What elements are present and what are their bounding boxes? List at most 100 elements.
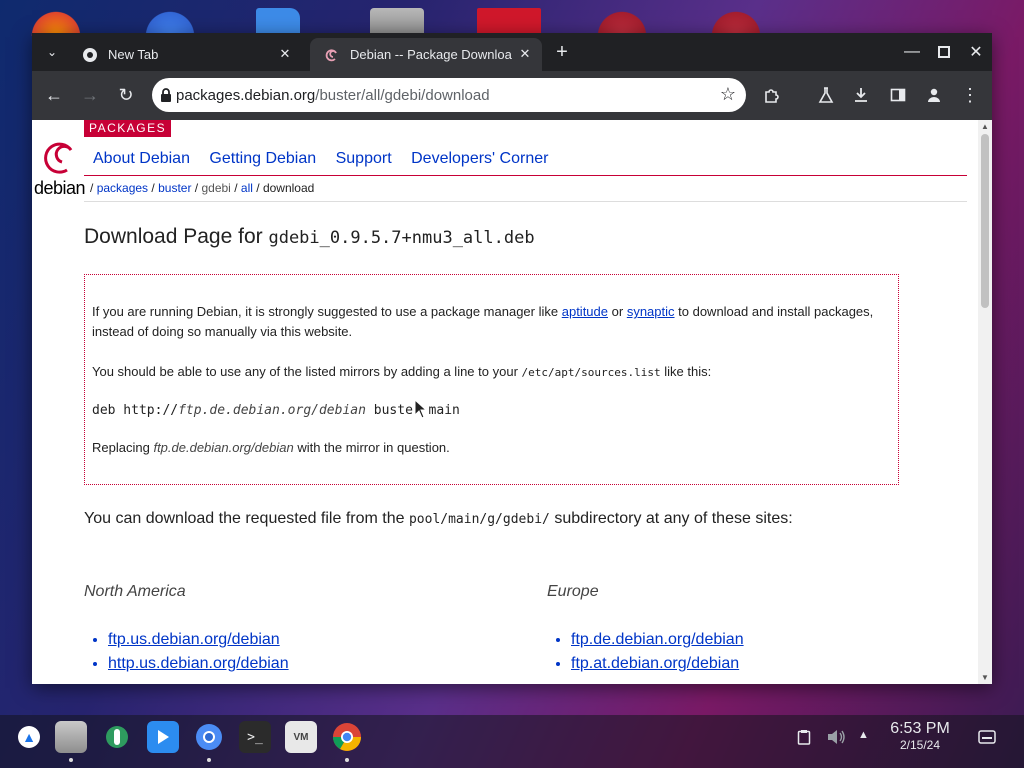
breadcrumb-packages[interactable]: packages bbox=[97, 181, 148, 195]
list-item: ftp.de.debian.org/debian bbox=[571, 628, 744, 652]
url-text[interactable]: packages.debian.org/buster/all/gdebi/dow… bbox=[176, 87, 490, 104]
tab-search-icon[interactable]: ⌄ bbox=[38, 38, 66, 66]
title-prefix: Download Page for bbox=[84, 225, 263, 248]
chrome-dev-icon[interactable] bbox=[331, 721, 363, 762]
nav-getting-debian[interactable]: Getting Debian bbox=[209, 150, 316, 167]
breadcrumb-buster[interactable]: buster bbox=[158, 181, 191, 195]
tab-close-icon[interactable]: ✕ bbox=[276, 45, 294, 63]
desktop-app-icon-1[interactable] bbox=[594, 8, 650, 36]
nav-about-debian[interactable]: About Debian bbox=[93, 150, 190, 167]
nav-developers-corner[interactable]: Developers' Corner bbox=[411, 150, 548, 167]
download-intro: You can download the requested file from… bbox=[84, 510, 793, 528]
running-indicator bbox=[69, 758, 73, 762]
packages-section-tag[interactable]: PACKAGES bbox=[84, 120, 172, 137]
reload-icon[interactable]: ↻ bbox=[112, 81, 140, 109]
page-title: Download Page for gdebi_0.9.5.7+nmu3_all… bbox=[84, 225, 535, 249]
debian-swirl-icon bbox=[324, 47, 340, 63]
tab-title: New Tab bbox=[108, 47, 159, 62]
url-host: packages.debian.org bbox=[176, 86, 316, 104]
mirror-link[interactable]: ftp.us.debian.org/debian bbox=[108, 631, 280, 648]
region-europe: Europe bbox=[547, 583, 599, 600]
mirror-list-europe: ftp.de.debian.org/debian ftp.at.debian.o… bbox=[547, 628, 744, 676]
launcher-icon[interactable]: ▲ bbox=[18, 726, 40, 748]
notice-text: or bbox=[611, 304, 624, 319]
scroll-down-arrow-icon[interactable]: ▼ bbox=[981, 673, 989, 682]
breadcrumb-sep: / bbox=[90, 181, 94, 195]
notice-text: You should be able to use any of the lis… bbox=[92, 364, 518, 379]
deb-line: deb http://ftp.de.debian.org/debian bust… bbox=[92, 401, 882, 421]
desktop-app-red-icon[interactable] bbox=[477, 8, 541, 36]
notice-text: Replacing bbox=[92, 440, 150, 455]
volume-muted-icon[interactable] bbox=[826, 728, 846, 751]
minimize-icon[interactable]: — bbox=[898, 38, 926, 66]
desktop-document-icon[interactable] bbox=[256, 8, 300, 36]
download-text: You can download the requested file from… bbox=[84, 510, 405, 527]
breadcrumb-sep: / bbox=[194, 181, 199, 195]
mirror-link[interactable]: ftp.de.debian.org/debian bbox=[571, 631, 744, 648]
desktop-trash-icon[interactable] bbox=[370, 8, 424, 36]
new-tab-plus-icon[interactable]: + bbox=[548, 38, 576, 66]
url-path: /buster/all/gdebi/download bbox=[315, 86, 490, 104]
deb-prefix: deb http:// bbox=[92, 403, 179, 418]
desktop-chrome-icon[interactable] bbox=[142, 8, 198, 36]
clock-time: 6:53 PM bbox=[890, 720, 950, 737]
replace-mirror: ftp.de.debian.org/debian bbox=[153, 440, 294, 455]
debian-wordmark: debian bbox=[34, 178, 86, 198]
side-panel-icon[interactable] bbox=[884, 81, 912, 109]
tab-new-tab[interactable]: New Tab ✕ bbox=[68, 38, 302, 71]
debian-logo[interactable]: debian bbox=[34, 136, 86, 198]
download-text: subdirectory at any of these sites: bbox=[554, 510, 793, 527]
forward-arrow-icon[interactable]: → bbox=[76, 81, 104, 109]
tab-title: Debian -- Package Downloa bbox=[350, 47, 512, 62]
terminal-icon[interactable]: >_ bbox=[239, 721, 271, 753]
breadcrumb-current: download bbox=[262, 181, 315, 195]
clock[interactable]: 6:53 PM 2/15/24 bbox=[885, 720, 955, 752]
nav-support[interactable]: Support bbox=[336, 150, 392, 167]
mirror-link[interactable]: ftp.at.debian.org/debian bbox=[571, 655, 739, 672]
breadcrumb-gdebi: gdebi bbox=[201, 181, 231, 195]
aptitude-link[interactable]: aptitude bbox=[562, 304, 608, 319]
labs-icon[interactable] bbox=[812, 81, 840, 109]
address-bar[interactable]: packages.debian.org/buster/all/gdebi/dow… bbox=[152, 78, 746, 112]
breadcrumb-divider bbox=[84, 201, 967, 202]
page-scrollbar[interactable]: ▲ ▼ bbox=[978, 120, 992, 684]
bookmark-star-icon[interactable]: ☆ bbox=[720, 84, 736, 105]
tab-close-icon[interactable]: ✕ bbox=[516, 45, 534, 63]
notifications-icon[interactable] bbox=[978, 730, 996, 749]
profile-icon[interactable] bbox=[920, 81, 948, 109]
chromium-icon[interactable] bbox=[193, 721, 225, 762]
list-item: ftp.at.debian.org/debian bbox=[571, 652, 744, 676]
maximize-icon[interactable] bbox=[930, 38, 958, 66]
breadcrumb-all[interactable]: all bbox=[241, 181, 253, 195]
close-icon[interactable]: ✕ bbox=[962, 38, 990, 66]
debian-swirl-icon bbox=[44, 142, 73, 174]
nav-divider bbox=[84, 175, 967, 176]
deb-mirror: ftp.de.debian.org/debian bbox=[178, 403, 366, 418]
clipboard-icon[interactable] bbox=[797, 729, 811, 750]
settings-wrench-icon[interactable] bbox=[101, 721, 133, 753]
desktop-app-icon-2[interactable] bbox=[708, 8, 764, 36]
back-arrow-icon[interactable]: ← bbox=[40, 81, 68, 109]
download-icon[interactable] bbox=[847, 81, 875, 109]
menu-icon[interactable]: ⋮ bbox=[956, 81, 984, 109]
tray-expand-icon[interactable]: ▲ bbox=[858, 729, 869, 741]
breadcrumb-sep: / bbox=[151, 181, 155, 195]
files-icon[interactable] bbox=[55, 721, 87, 762]
scrollbar-thumb[interactable] bbox=[981, 134, 989, 308]
list-item: ftp.us.debian.org/debian bbox=[108, 628, 289, 652]
tab-debian[interactable]: Debian -- Package Downloa ✕ bbox=[310, 38, 542, 71]
scroll-up-arrow-icon[interactable]: ▲ bbox=[981, 122, 989, 131]
running-indicator bbox=[207, 758, 211, 762]
mirror-list-north-america: ftp.us.debian.org/debian http.us.debian.… bbox=[84, 628, 289, 676]
synaptic-link[interactable]: synaptic bbox=[627, 304, 675, 319]
vmware-icon[interactable]: VM bbox=[285, 721, 317, 753]
play-store-icon[interactable] bbox=[147, 721, 179, 753]
pool-directory: pool/main/g/gdebi/ bbox=[408, 512, 550, 527]
top-nav: About Debian Getting Debian Support Deve… bbox=[93, 150, 563, 168]
mirror-link[interactable]: http.us.debian.org/debian bbox=[108, 655, 289, 672]
extensions-icon[interactable] bbox=[758, 81, 786, 109]
desktop-firefox-icon[interactable] bbox=[28, 8, 84, 36]
breadcrumb-sep: / bbox=[234, 181, 238, 195]
lock-icon[interactable] bbox=[160, 88, 172, 102]
notice-box: If you are running Debian, it is strongl… bbox=[84, 274, 899, 485]
